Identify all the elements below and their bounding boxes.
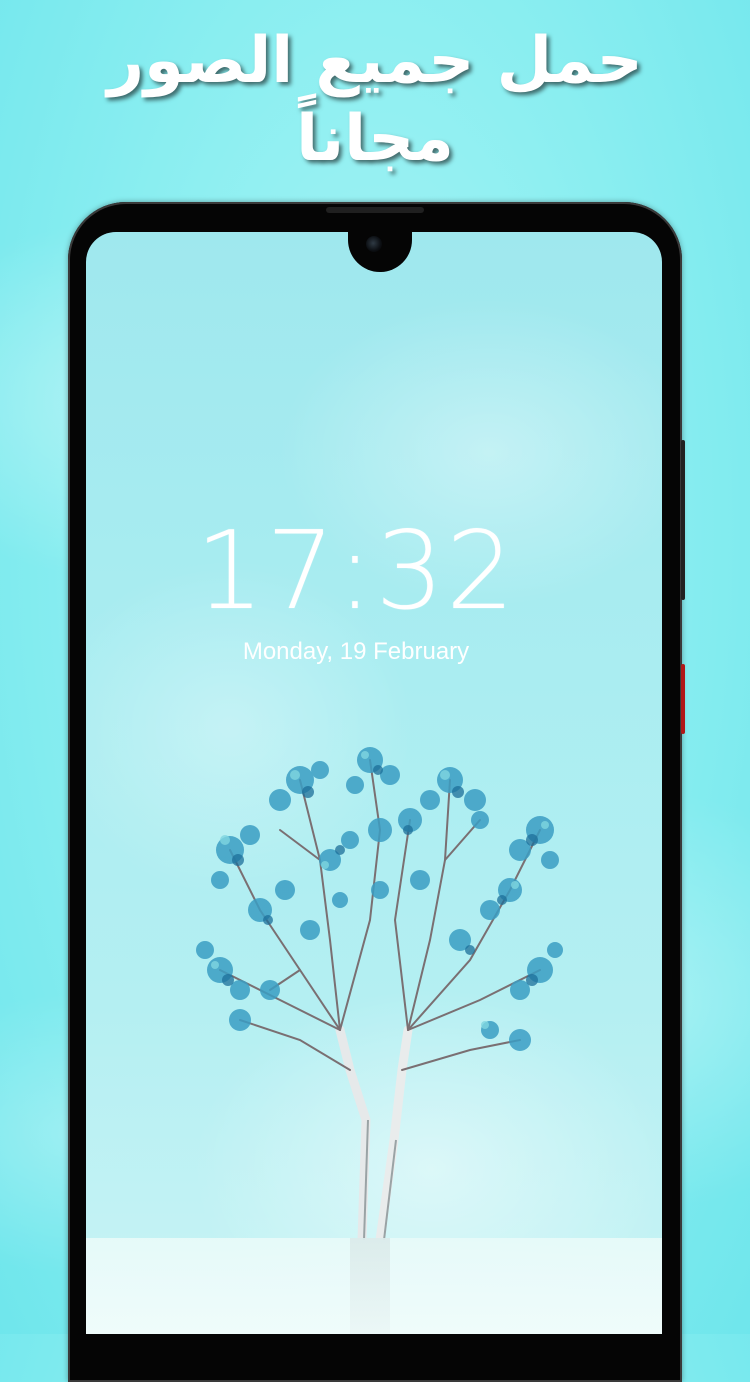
power-button	[681, 664, 685, 734]
headline-line-1: حمل جميع الصور	[107, 24, 643, 98]
promo-headline: حمل جميع الصور مجاناً	[0, 22, 750, 178]
earpiece-speaker	[326, 207, 424, 213]
front-camera-icon	[366, 236, 382, 252]
screen-bottom-fade	[86, 1238, 662, 1334]
lockscreen-date: Monday, 19 February	[242, 638, 470, 665]
headline-line-2: مجاناً	[296, 102, 454, 176]
faded-trunk	[350, 1238, 390, 1334]
lockscreen-clock: 17:32	[195, 509, 517, 634]
tree-wallpaper-icon	[196, 747, 563, 1240]
volume-button	[681, 440, 685, 600]
